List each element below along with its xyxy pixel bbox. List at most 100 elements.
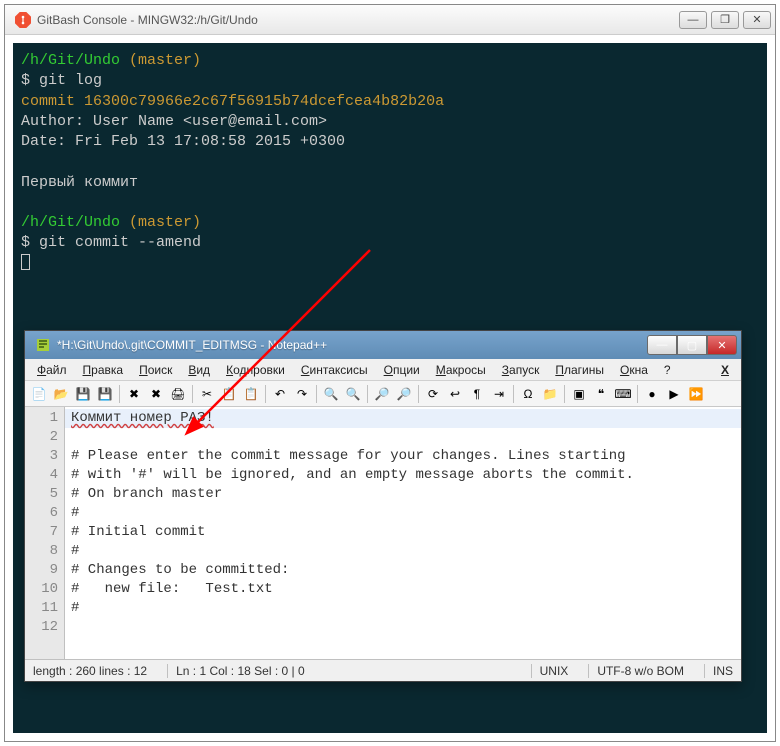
- status-insert: INS: [704, 664, 733, 678]
- menu-close-x[interactable]: X: [715, 361, 735, 379]
- code-line[interactable]: [65, 428, 741, 447]
- close-all-icon[interactable]: ✖: [146, 384, 166, 404]
- toolbar-separator: [265, 385, 266, 403]
- code-line[interactable]: [65, 618, 741, 637]
- terminal-line: [21, 193, 759, 213]
- replace-icon[interactable]: 🔍: [343, 384, 363, 404]
- window-controls: — ❐ ✕: [679, 11, 771, 29]
- folding-icon[interactable]: ▣: [569, 384, 589, 404]
- menu-?[interactable]: ?: [658, 361, 677, 379]
- menu-файл[interactable]: Файл: [31, 361, 73, 379]
- code-line[interactable]: Коммит номер РАЗ!: [65, 409, 741, 428]
- macro-rec-icon[interactable]: ●: [642, 384, 662, 404]
- toolbar-separator: [513, 385, 514, 403]
- toolbar-separator: [367, 385, 368, 403]
- code-line[interactable]: #: [65, 599, 741, 618]
- autocomplete-icon[interactable]: ⌨: [613, 384, 633, 404]
- terminal-line: Author: User Name <user@email.com>: [21, 112, 759, 132]
- code-line[interactable]: #: [65, 542, 741, 561]
- toolbar-separator: [316, 385, 317, 403]
- notepadpp-icon: [35, 337, 51, 353]
- line-number: 3: [27, 447, 58, 466]
- gitbash-title: GitBash Console - MINGW32:/h/Git/Undo: [37, 13, 679, 27]
- toolbar-separator: [119, 385, 120, 403]
- terminal-line: /h/Git/Undo (master): [21, 213, 759, 233]
- gitbash-titlebar[interactable]: GitBash Console - MINGW32:/h/Git/Undo — …: [5, 5, 775, 35]
- editor-area[interactable]: 123456789101112 Коммит номер РАЗ! # Plea…: [25, 407, 741, 659]
- minimize-button[interactable]: —: [679, 11, 707, 29]
- save-icon[interactable]: 💾: [73, 384, 93, 404]
- code-line[interactable]: # On branch master: [65, 485, 741, 504]
- line-number: 5: [27, 485, 58, 504]
- terminal-line: [21, 254, 759, 277]
- menu-окна[interactable]: Окна: [614, 361, 654, 379]
- dir-icon[interactable]: 📁: [540, 384, 560, 404]
- line-number: 1: [27, 409, 58, 428]
- open-icon[interactable]: 📂: [51, 384, 71, 404]
- menu-кодировки[interactable]: Кодировки: [220, 361, 291, 379]
- code-line[interactable]: # new file: Test.txt: [65, 580, 741, 599]
- close-icon[interactable]: ✖: [124, 384, 144, 404]
- terminal-line: commit 16300c79966e2c67f56915b74dcefcea4…: [21, 92, 759, 112]
- zoom-in-icon[interactable]: 🔎: [372, 384, 392, 404]
- toolbar-separator: [637, 385, 638, 403]
- code-line[interactable]: # with '#' will be ignored, and an empty…: [65, 466, 741, 485]
- git-icon: [15, 12, 31, 28]
- terminal-line: [21, 152, 759, 172]
- npp-titlebar[interactable]: *H:\Git\Undo\.git\COMMIT_EDITMSG - Notep…: [25, 331, 741, 359]
- menu-опции[interactable]: Опции: [378, 361, 426, 379]
- status-length: length : 260 lines : 12: [33, 664, 147, 678]
- close-button[interactable]: ✕: [743, 11, 771, 29]
- redo-icon[interactable]: ↷: [292, 384, 312, 404]
- code-line[interactable]: # Changes to be committed:: [65, 561, 741, 580]
- maximize-button[interactable]: ▢: [677, 335, 707, 355]
- toolbar-separator: [564, 385, 565, 403]
- window-controls: — ▢ ✕: [647, 335, 737, 355]
- save-all-icon[interactable]: 💾: [95, 384, 115, 404]
- menu-макросы[interactable]: Макросы: [430, 361, 492, 379]
- macro-play-icon[interactable]: ▶: [664, 384, 684, 404]
- new-icon[interactable]: 📄: [29, 384, 49, 404]
- npp-toolbar: 📄📂💾💾✖✖🖨✂📋📋↶↷🔍🔍🔎🔎⟳↩¶⇥Ω📁▣❝⌨●▶⏩: [25, 381, 741, 407]
- macro-multi-icon[interactable]: ⏩: [686, 384, 706, 404]
- comment-icon[interactable]: ❝: [591, 384, 611, 404]
- line-gutter: 123456789101112: [25, 407, 65, 659]
- maximize-button[interactable]: ❐: [711, 11, 739, 29]
- lang-icon[interactable]: Ω: [518, 384, 538, 404]
- copy-icon[interactable]: 📋: [219, 384, 239, 404]
- cursor-icon: [21, 254, 30, 270]
- wrap-icon[interactable]: ↩: [445, 384, 465, 404]
- find-icon[interactable]: 🔍: [321, 384, 341, 404]
- menu-синтаксисы[interactable]: Синтаксисы: [295, 361, 374, 379]
- menu-запуск[interactable]: Запуск: [496, 361, 546, 379]
- minimize-button[interactable]: —: [647, 335, 677, 355]
- status-encoding: UTF-8 w/o BOM: [588, 664, 684, 678]
- status-eol: UNIX: [531, 664, 569, 678]
- code-line[interactable]: # Please enter the commit message for yo…: [65, 447, 741, 466]
- close-button[interactable]: ✕: [707, 335, 737, 355]
- line-number: 8: [27, 542, 58, 561]
- code-line[interactable]: #: [65, 504, 741, 523]
- terminal-line: $ git commit --amend: [21, 233, 759, 253]
- npp-title: *H:\Git\Undo\.git\COMMIT_EDITMSG - Notep…: [57, 338, 647, 352]
- menu-плагины[interactable]: Плагины: [549, 361, 610, 379]
- undo-icon[interactable]: ↶: [270, 384, 290, 404]
- npp-menubar: ФайлПравкаПоискВидКодировкиСинтаксисыОпц…: [25, 359, 741, 381]
- toolbar-separator: [418, 385, 419, 403]
- line-number: 9: [27, 561, 58, 580]
- notepadpp-window: *H:\Git\Undo\.git\COMMIT_EDITMSG - Notep…: [24, 330, 742, 682]
- menu-поиск[interactable]: Поиск: [133, 361, 178, 379]
- cut-icon[interactable]: ✂: [197, 384, 217, 404]
- print-icon[interactable]: 🖨: [168, 384, 188, 404]
- line-number: 4: [27, 466, 58, 485]
- code-line[interactable]: # Initial commit: [65, 523, 741, 542]
- ws-icon[interactable]: ¶: [467, 384, 487, 404]
- code-area[interactable]: Коммит номер РАЗ! # Please enter the com…: [65, 407, 741, 659]
- paste-icon[interactable]: 📋: [241, 384, 261, 404]
- sync-icon[interactable]: ⟳: [423, 384, 443, 404]
- zoom-out-icon[interactable]: 🔎: [394, 384, 414, 404]
- line-number: 12: [27, 618, 58, 637]
- menu-правка[interactable]: Правка: [77, 361, 130, 379]
- indent-icon[interactable]: ⇥: [489, 384, 509, 404]
- menu-вид[interactable]: Вид: [182, 361, 216, 379]
